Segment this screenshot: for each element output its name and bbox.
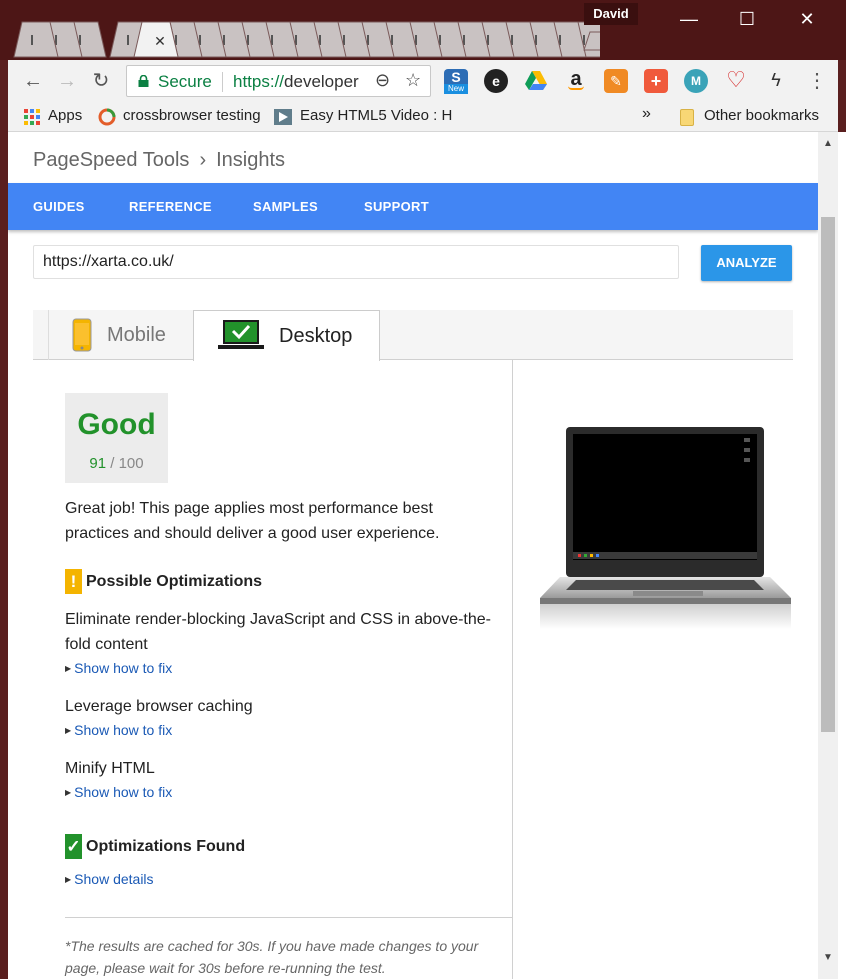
lock-icon [138,75,149,87]
link-label: Show details [74,871,154,887]
reload-icon[interactable]: ↻ [88,68,114,94]
menu-icon[interactable]: ⋮ [804,68,830,94]
device-tabs: Mobile Desktop [33,310,793,361]
maximize-button[interactable]: ☐ [730,6,764,32]
cache-note: *The results are cached for 30s. If you … [65,938,479,976]
triangle-right-icon: ▶ [65,726,72,735]
bookmarks-overflow-button[interactable]: » [642,105,651,123]
zoom-icon[interactable]: ⊖ [375,70,390,91]
triangle-right-icon: ▶ [65,875,72,884]
omnibox-separator [222,72,223,92]
desktop-check-icon [218,320,264,349]
vertical-scrollbar[interactable]: ▲ ▼ [818,132,838,979]
ext-new-icon[interactable]: S New [444,69,468,94]
bookmark-crossbrowser[interactable]: crossbrowser testing [123,107,261,124]
scroll-down-icon[interactable]: ▼ [823,952,833,963]
optimization-title: Leverage browser caching [65,698,253,715]
tab-favicon-icon [31,35,33,45]
nav-support[interactable]: SUPPORT [364,199,429,214]
score-rating: Good [77,408,156,441]
score-box: Good 91 / 100 [65,393,168,483]
browser-toolbar: ← → ↻ Secure https://developer ⊖ ☆ S New… [8,60,838,102]
check-icon: ✓ [65,834,82,859]
drive-icon[interactable] [524,69,548,93]
divider-line [65,917,513,918]
bookmarks-bar: Apps crossbrowser testing Easy HTML5 Vid… [8,102,838,132]
tab-desktop[interactable]: Desktop [193,310,380,361]
ext-pen-icon[interactable]: ✎ [604,69,628,93]
tab-close-icon[interactable]: ✕ [154,34,166,50]
ext-e-icon[interactable]: e [484,69,508,93]
laptop-image [540,427,791,629]
forward-icon[interactable]: → [54,68,80,94]
breadcrumb-parent[interactable]: PageSpeed Tools [33,149,189,171]
video-icon [274,109,292,125]
optimization-title: Minify HTML [65,760,155,777]
bookmark-apps[interactable]: Apps [48,107,82,124]
link-label: Show how to fix [74,660,173,676]
lightning-icon[interactable]: ϟ [764,69,788,93]
minimize-button[interactable]: — [672,6,706,32]
bookmark-star-icon[interactable]: ☆ [405,70,421,91]
score-number: 91 [89,455,107,472]
address-bar[interactable]: Secure https://developer ⊖ ☆ [126,65,431,97]
possible-optimizations-title: Possible Optimizations [86,573,263,590]
browser-tab[interactable] [13,21,59,58]
bookmark-other[interactable]: Other bookmarks [704,107,819,124]
show-how-to-fix-link[interactable]: ▶ Show how to fix [65,784,172,800]
scrollbar-thumb[interactable] [821,217,835,732]
nav-reference[interactable]: REFERENCE [129,199,212,214]
chevron-right-icon: › [199,149,207,171]
warning-icon: ! [65,569,82,594]
score-max: / 100 [110,455,144,472]
nav-guides[interactable]: GUIDES [33,199,85,214]
scroll-up-icon[interactable]: ▲ [823,138,833,149]
url-input[interactable] [33,245,679,279]
title-bar: ✕ David — ☐ ✕ [0,0,846,60]
tab-mobile-label: Mobile [107,324,166,346]
optimization-title: Eliminate render-blocking JavaScript and… [65,611,491,653]
back-icon[interactable]: ← [20,68,46,94]
url-host: developer [284,72,359,91]
crossbrowser-icon [98,108,116,126]
nav-samples[interactable]: SAMPLES [253,199,318,214]
summary-text: Great job! This page applies most perfor… [65,500,440,542]
tab-favicon-icon [127,35,129,45]
analyze-button[interactable]: ANALYZE [701,245,792,281]
page-content: PageSpeed Tools › Insights GUIDES REFERENC… [8,132,818,979]
url-text[interactable]: https://developer [233,72,359,92]
triangle-right-icon: ▶ [65,788,72,797]
optimizations-found-title: Optimizations Found [86,838,246,855]
tab-mobile[interactable]: Mobile [48,310,193,360]
ext-m-icon[interactable]: M [684,69,708,93]
breadcrumb-current: Insights [216,149,286,171]
score-value: 91 / 100 [65,455,168,472]
folder-icon [680,109,694,126]
background-window-edge [838,132,846,979]
show-how-to-fix-link[interactable]: ▶ Show how to fix [65,722,172,738]
heart-icon[interactable]: ♡ [724,69,748,93]
apps-grid-icon [24,109,40,125]
url-scheme: https:// [233,72,285,91]
link-label: Show how to fix [74,722,173,738]
results-column: Good 91 / 100 Great job! This page appli… [33,360,513,979]
column-divider [512,360,513,979]
new-badge: New [444,84,468,94]
bookmark-html5-video[interactable]: Easy HTML5 Video : H [300,107,452,124]
profile-button[interactable]: David [584,3,638,25]
mobile-phone-icon [72,318,92,352]
triangle-right-icon: ▶ [65,664,72,673]
show-details-link[interactable]: ▶ Show details [65,871,154,887]
breadcrumb: PageSpeed Tools › Insights [33,149,285,172]
secure-label: Secure [158,72,212,91]
show-how-to-fix-link[interactable]: ▶ Show how to fix [65,660,172,676]
tab-desktop-label: Desktop [279,325,353,347]
tab-strip: ✕ [13,21,600,58]
nav-bar: GUIDES REFERENCE SAMPLES SUPPORT [8,183,818,230]
close-window-button[interactable]: ✕ [790,6,824,32]
link-label: Show how to fix [74,784,173,800]
ext-plus-icon[interactable]: + [644,69,668,93]
amazon-icon[interactable]: a [564,69,588,93]
